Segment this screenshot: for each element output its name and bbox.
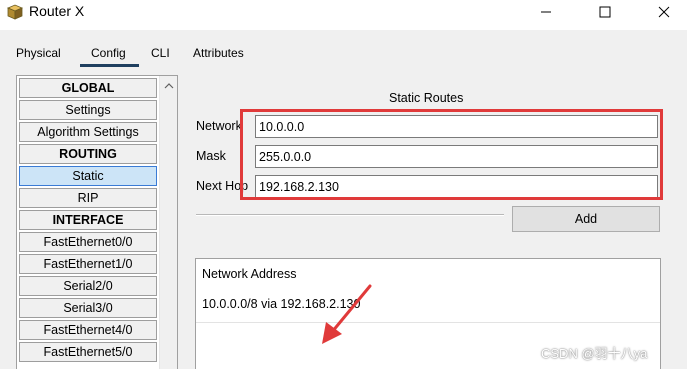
- sidebar-item-fastethernet5-0[interactable]: FastEthernet5/0: [19, 342, 157, 362]
- sidebar-item-serial2-0[interactable]: Serial2/0: [19, 276, 157, 296]
- sidebar-list: GLOBAL Settings Algorithm Settings ROUTI…: [19, 78, 157, 364]
- minimize-icon: [541, 11, 551, 13]
- sidebar: GLOBAL Settings Algorithm Settings ROUTI…: [16, 75, 178, 369]
- routes-separator: [196, 322, 660, 323]
- sidebar-header-global: GLOBAL: [19, 78, 157, 98]
- sidebar-item-serial3-0[interactable]: Serial3/0: [19, 298, 157, 318]
- minimize-button[interactable]: [523, 0, 569, 24]
- tab-attributes[interactable]: Attributes: [193, 46, 244, 60]
- sidebar-item-rip[interactable]: RIP: [19, 188, 157, 208]
- sidebar-item-algorithm-settings[interactable]: Algorithm Settings: [19, 122, 157, 142]
- maximize-icon: [599, 6, 611, 18]
- sidebar-header-routing: ROUTING: [19, 144, 157, 164]
- next-hop-label: Next Hop: [196, 179, 249, 193]
- mask-label: Mask: [196, 149, 226, 163]
- close-icon: [658, 6, 670, 18]
- active-tab-indicator: [80, 64, 139, 67]
- list-item[interactable]: 10.0.0.0/8 via 192.168.2.130: [202, 297, 360, 311]
- add-button[interactable]: Add: [512, 206, 660, 232]
- sidebar-item-static[interactable]: Static: [19, 166, 157, 186]
- chevron-up-icon: [164, 83, 174, 89]
- watermark: CSDN @羽十八ya: [541, 346, 648, 361]
- divider: [196, 214, 504, 216]
- mask-input[interactable]: [255, 145, 658, 168]
- scroll-up-button[interactable]: [160, 79, 178, 93]
- sidebar-item-fastethernet1-0[interactable]: FastEthernet1/0: [19, 254, 157, 274]
- sidebar-header-interface: INTERFACE: [19, 210, 157, 230]
- tab-config[interactable]: Config: [91, 46, 126, 60]
- tab-cli[interactable]: CLI: [151, 46, 170, 60]
- sidebar-scrollbar[interactable]: [159, 76, 177, 369]
- config-panel: GLOBAL Settings Algorithm Settings ROUTI…: [0, 68, 687, 369]
- close-button[interactable]: [641, 0, 687, 24]
- maximize-button[interactable]: [582, 0, 628, 24]
- sidebar-item-settings[interactable]: Settings: [19, 100, 157, 120]
- network-input[interactable]: [255, 115, 658, 138]
- router-app-icon: [6, 4, 24, 20]
- routes-list-header: Network Address: [202, 267, 297, 281]
- window-title: Router X: [29, 3, 85, 19]
- tab-physical[interactable]: Physical: [16, 46, 61, 60]
- sidebar-item-fastethernet4-0[interactable]: FastEthernet4/0: [19, 320, 157, 340]
- title-bar: Router X: [0, 0, 687, 30]
- static-routes-title: Static Routes: [389, 91, 464, 105]
- next-hop-input[interactable]: [255, 175, 658, 198]
- sidebar-item-fastethernet0-0[interactable]: FastEthernet0/0: [19, 232, 157, 252]
- network-label: Network: [196, 119, 242, 133]
- tab-bar: Physical Config CLI Attributes: [0, 30, 687, 68]
